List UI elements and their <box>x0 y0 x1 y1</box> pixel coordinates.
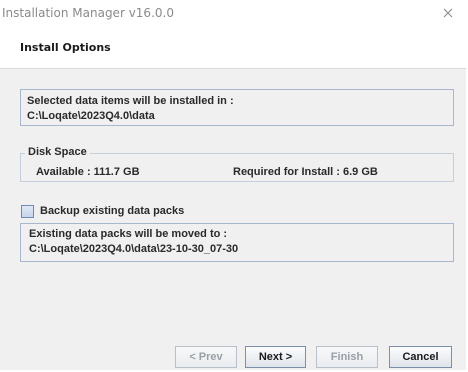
required-space-text: Required for Install : 6.9 GB <box>233 166 378 178</box>
backup-checkbox-label[interactable]: Backup existing data packs <box>40 205 184 217</box>
close-icon <box>443 8 453 18</box>
title-bar: Installation Manager v16.0.0 <box>0 0 466 28</box>
next-button[interactable]: Next > <box>245 346 306 368</box>
backup-destination-box: Existing data packs will be moved to : C… <box>20 223 454 262</box>
options-panel: Selected data items will be installed in… <box>0 69 466 370</box>
install-location-label: Selected data items will be installed in… <box>27 95 234 107</box>
backup-destination-path: C:\Loqate\2023Q4.0\data\23-10-30_07-30 <box>29 243 239 255</box>
header-band: Install Options <box>0 28 466 69</box>
install-location-path: C:\Loqate\2023Q4.0\data <box>27 110 155 122</box>
window-title: Installation Manager v16.0.0 <box>2 6 174 20</box>
available-space-text: Available : 111.7 GB <box>36 166 140 178</box>
close-button[interactable] <box>438 3 458 23</box>
backup-checkbox[interactable] <box>21 205 34 218</box>
page-title: Install Options <box>20 41 111 54</box>
disk-space-legend: Disk Space <box>25 146 90 158</box>
install-location-box: Selected data items will be installed in… <box>20 89 454 126</box>
finish-button[interactable]: Finish <box>316 346 378 368</box>
backup-destination-label: Existing data packs will be moved to : <box>29 228 228 240</box>
prev-button[interactable]: < Prev <box>175 346 237 368</box>
installer-window: Installation Manager v16.0.0 Install Opt… <box>0 0 466 370</box>
cancel-button[interactable]: Cancel <box>389 346 452 368</box>
